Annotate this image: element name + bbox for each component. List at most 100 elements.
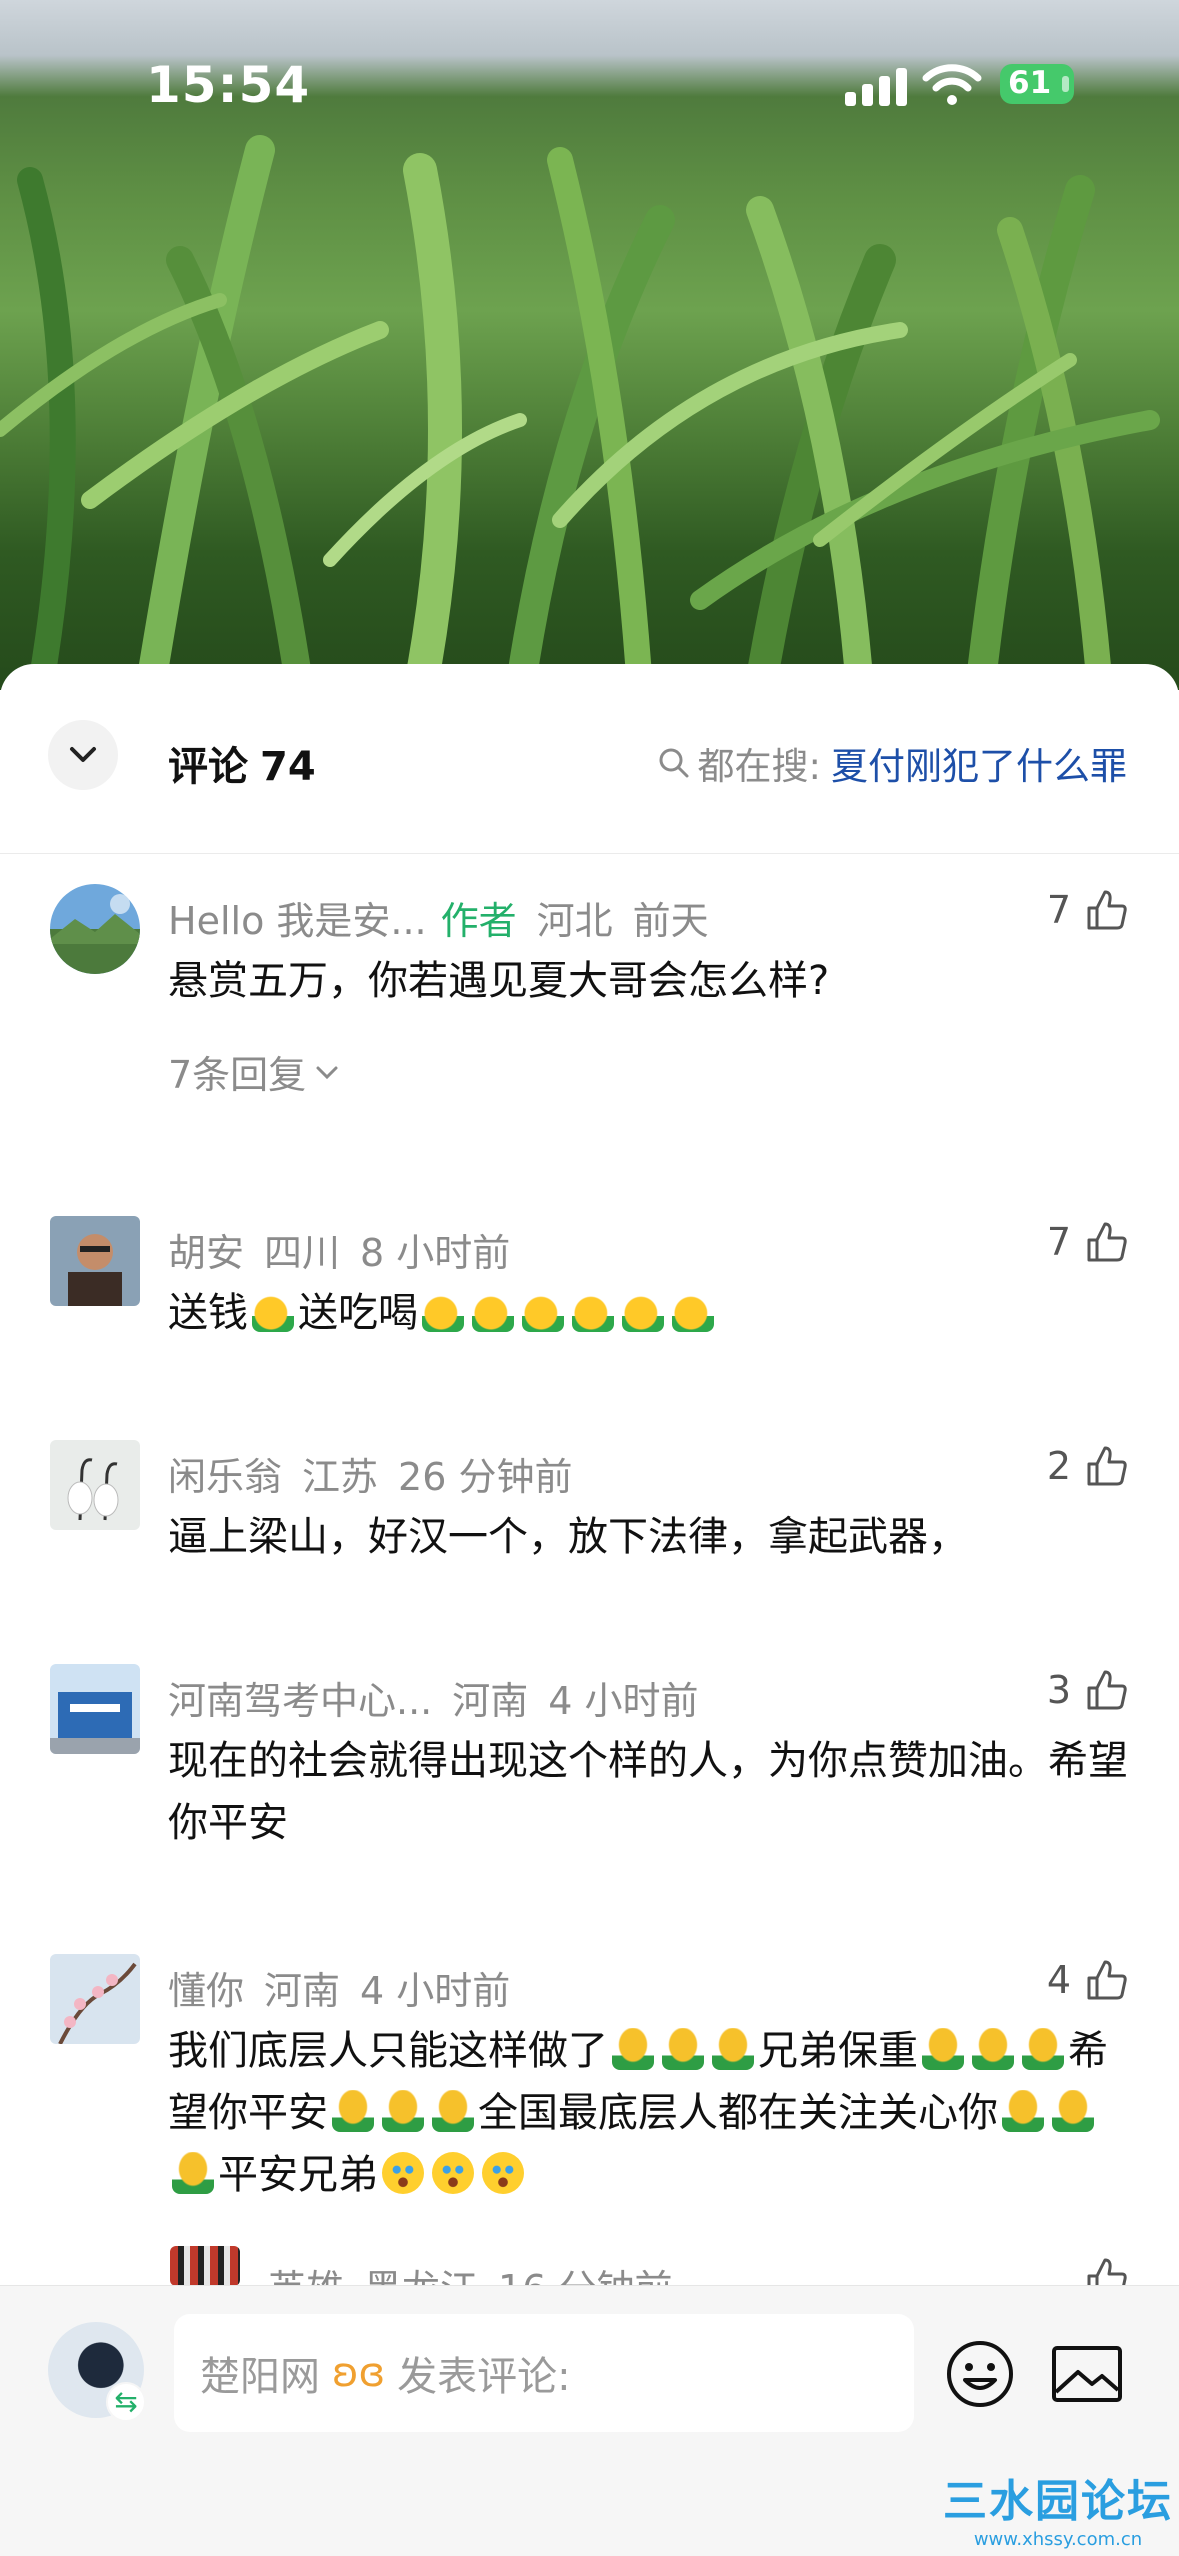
username[interactable]: 河南驾考中心...	[168, 1679, 432, 1723]
region: 河南	[452, 1679, 529, 1723]
thumbs-up-emoji-icon	[252, 1290, 294, 1332]
like-count: 4	[1046, 1958, 1071, 2002]
timestamp: 前天	[632, 899, 709, 943]
thumbs-up-emoji-icon	[572, 1290, 614, 1332]
thumbs-up-icon	[1087, 1670, 1127, 1710]
comment-text: 现在的社会就得出现这个样的人，为你点赞加油。希望你平安	[168, 1738, 1128, 1846]
brand-name: 楚阳网	[200, 2354, 320, 2400]
chevron-down-icon	[316, 1066, 338, 1079]
timestamp: 26 分钟前	[398, 1455, 573, 1499]
emoji-icon[interactable]	[944, 2338, 1016, 2410]
pray-emoji-icon	[712, 2028, 754, 2070]
battery-tip	[1062, 76, 1069, 92]
thumbs-up-emoji-icon	[422, 1290, 464, 1332]
comment-input-bar: ⇆ 楚阳网 ʚɞ 发表评论: 三水园论坛 www.xhssy.com.cn	[0, 2285, 1179, 2556]
avatar[interactable]	[50, 1664, 140, 1754]
comment-input[interactable]: 楚阳网 ʚɞ 发表评论:	[174, 2314, 914, 2432]
pray-emoji-icon	[1022, 2028, 1064, 2070]
region: 河南	[264, 1969, 341, 2013]
comment-text: 悬赏五万，你若遇见夏大哥会怎么样?	[168, 958, 830, 1004]
avatar-image	[50, 1216, 140, 1306]
like-count: 2	[1046, 1444, 1071, 1488]
avatar-image	[50, 1954, 140, 2044]
pray-emoji-icon	[612, 2028, 654, 2070]
brand-logo-icon: ʚɞ	[332, 2350, 386, 2396]
pray-emoji-icon	[922, 2028, 964, 2070]
cellular-signal-icon	[845, 66, 907, 106]
like-count: 7	[1046, 1220, 1071, 1264]
comment-text-part: 送吃喝	[298, 1290, 418, 1336]
watermark-title: 三水园论坛	[943, 2476, 1173, 2527]
avatar-image	[50, 884, 140, 974]
avatar-image	[50, 1664, 140, 1754]
comment-text-part: 平安兄弟	[218, 2152, 378, 2198]
avatar[interactable]	[50, 1216, 140, 1306]
region: 河北	[536, 899, 613, 943]
watermark-url: www.xhssy.com.cn	[973, 2529, 1143, 2550]
replies-label: 7条回复	[168, 1053, 307, 1097]
pray-emoji-icon	[1052, 2090, 1094, 2132]
site-watermark: 三水园论坛 www.xhssy.com.cn	[943, 2465, 1173, 2550]
comment-text-part: 我们底层人只能这样做了	[168, 2028, 608, 2074]
comment-meta: 河南驾考中心... 河南 4 小时前	[168, 1670, 699, 1725]
chevron-down-icon	[70, 747, 96, 762]
search-term-link[interactable]: 夏付刚犯了什么罪	[831, 736, 1127, 790]
like-button[interactable]: 7	[1047, 1220, 1129, 1264]
comment-text-part: 兄弟保重	[758, 2028, 918, 2074]
avatar[interactable]	[170, 2246, 240, 2286]
battery-level: 61	[1008, 65, 1052, 101]
timestamp: 4 小时前	[548, 1679, 699, 1723]
replies-toggle[interactable]: 7条回复	[168, 1044, 340, 1099]
pray-emoji-icon	[1002, 2090, 1044, 2132]
like-button[interactable]: 4	[1047, 1958, 1129, 2002]
comment-text: 我们底层人只能这样做了 兄弟保重 希望你平安 全国最底层人都在关注关心你平安兄弟	[168, 2020, 1128, 2206]
thumbs-up-icon	[1087, 890, 1127, 930]
thumbs-up-emoji-icon	[622, 1290, 664, 1332]
region: 江苏	[302, 1455, 379, 1499]
comment-meta: 懂你 河南 4 小时前	[168, 1960, 510, 2015]
author-tag: 作者	[440, 899, 517, 943]
avatar[interactable]	[50, 1440, 140, 1530]
region: 四川	[264, 1231, 341, 1275]
avatar[interactable]	[50, 884, 140, 974]
comment-text: 逼上梁山，好汉一个，放下法律，拿起武器，	[168, 1514, 968, 1560]
username[interactable]: 懂你	[168, 1969, 244, 2013]
pray-emoji-icon	[332, 2090, 374, 2132]
wifi-icon	[922, 64, 982, 105]
avatar-image	[50, 1440, 140, 1530]
comment-text-part: 送钱	[168, 1290, 248, 1336]
input-placeholder: 发表评论:	[397, 2354, 571, 2400]
like-button[interactable]: 7	[1047, 888, 1129, 932]
pray-emoji-icon	[662, 2028, 704, 2070]
pray-emoji-icon	[172, 2152, 214, 2194]
like-button[interactable]: 3	[1047, 1668, 1129, 1712]
comment-meta: 胡安 四川 8 小时前	[168, 1222, 510, 1277]
like-button[interactable]: 2	[1047, 1444, 1129, 1488]
search-suggestion[interactable]: 都在搜: 夏付刚犯了什么罪	[656, 736, 1127, 790]
comment-meta: Hello 我是安... 作者 河北 前天	[168, 890, 709, 945]
pray-emoji-icon	[432, 2090, 474, 2132]
thumbs-up-emoji-icon	[472, 1290, 514, 1332]
search-icon	[659, 748, 689, 778]
thumbs-up-emoji-icon	[672, 1290, 714, 1332]
switch-account-icon[interactable]: ⇆	[106, 2382, 146, 2422]
search-prefix: 都在搜:	[697, 745, 821, 788]
username[interactable]: 闲乐翁	[168, 1455, 282, 1499]
like-count: 3	[1046, 1668, 1071, 1712]
pray-emoji-icon	[972, 2028, 1014, 2070]
thumbs-up-emoji-icon	[522, 1290, 564, 1332]
comment-count: 74	[260, 744, 316, 790]
username[interactable]: Hello 我是安...	[168, 899, 427, 943]
like-count: 7	[1046, 888, 1071, 932]
crying-emoji-icon	[382, 2152, 424, 2194]
collapse-button[interactable]	[48, 720, 118, 790]
timestamp: 8 小时前	[360, 1231, 511, 1275]
image-icon[interactable]	[1050, 2342, 1124, 2406]
username[interactable]: 胡安	[168, 1231, 244, 1275]
comment-title-label: 评论	[168, 744, 248, 790]
comment-meta: 闲乐翁 江苏 26 分钟前	[168, 1446, 572, 1501]
crying-emoji-icon	[432, 2152, 474, 2194]
avatar[interactable]	[50, 1954, 140, 2044]
crying-emoji-icon	[482, 2152, 524, 2194]
comment-title: 评论 74	[168, 734, 316, 792]
